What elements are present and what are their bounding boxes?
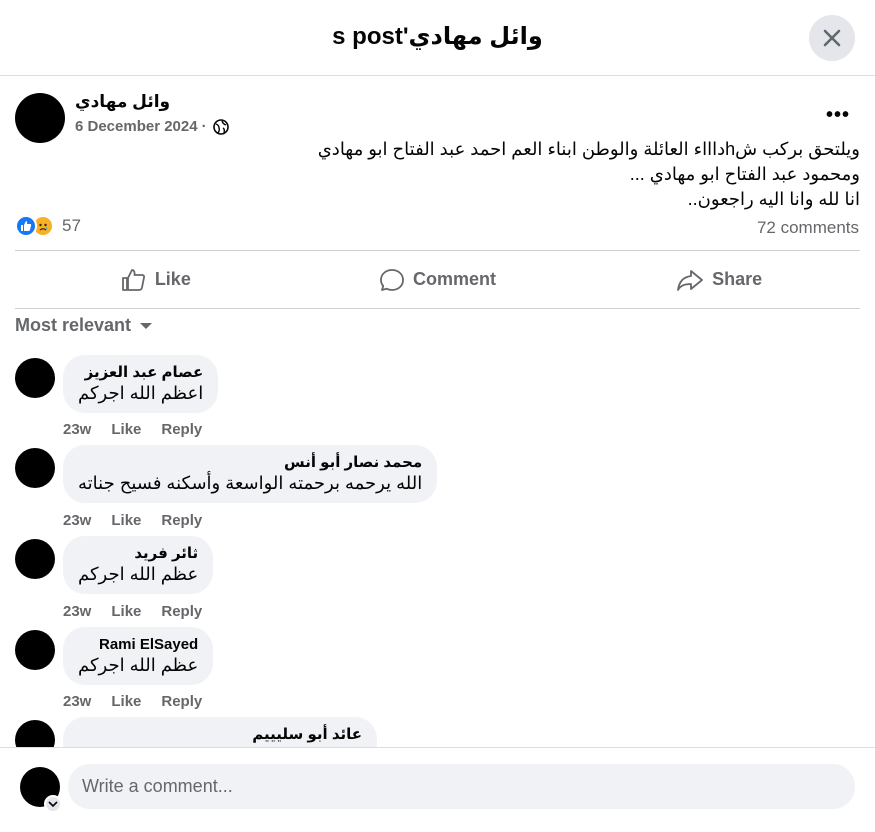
dialog-title: s post'وائل مهادي xyxy=(332,23,543,50)
comment-text: عظم الله اجركم xyxy=(78,655,199,675)
comment-bubble: ثائر فريد عظم الله اجركم xyxy=(63,536,214,594)
reaction-count: 57 xyxy=(62,216,81,235)
comment-text: عظم الله اجركم xyxy=(78,564,199,584)
sort-comments-dropdown[interactable]: Most relevant xyxy=(15,315,153,336)
comment-reply-button[interactable]: Reply xyxy=(161,693,202,710)
comment-reply-button[interactable]: Reply xyxy=(161,603,202,620)
comment-button[interactable]: Comment xyxy=(297,251,579,308)
comment-actions: 23w Like Reply xyxy=(63,693,202,710)
comment-author[interactable]: ثائر فريد xyxy=(78,545,198,563)
profile-switch-button[interactable] xyxy=(44,795,62,813)
comments-count-link[interactable]: 72 comments xyxy=(757,218,859,238)
meta-separator: · xyxy=(201,118,207,135)
comment-bubble: عصام عبد العزيز اعظم الله اجركم xyxy=(63,355,219,413)
comment-composer xyxy=(0,747,875,832)
commenter-avatar[interactable] xyxy=(15,448,55,488)
comment-like-button[interactable]: Like xyxy=(111,421,141,438)
caret-down-icon xyxy=(140,322,153,329)
comment-bubble: Rami ElSayed عظم الله اجركم xyxy=(63,627,214,685)
comment-reply-button[interactable]: Reply xyxy=(161,421,202,438)
share-button[interactable]: Share xyxy=(578,251,860,308)
author-name[interactable]: وائل مهادي xyxy=(75,92,170,112)
post-content-scroll[interactable]: وائل مهادي 6 December 2024 · ••• ويلتحق … xyxy=(0,77,875,747)
comment-author[interactable]: محمد نصار أبو أنس xyxy=(78,454,422,472)
post-meta: 6 December 2024 · xyxy=(75,118,229,135)
comment-actions: 23w Like Reply xyxy=(63,603,202,620)
commenter-avatar[interactable] xyxy=(15,720,55,747)
comment-time[interactable]: 23w xyxy=(63,421,91,438)
comment-label: Comment xyxy=(413,269,497,289)
sort-label: Most relevant xyxy=(15,315,132,335)
share-label: Share xyxy=(712,269,763,289)
comment-text: اعظم الله اجركم xyxy=(78,383,204,403)
commenter-avatar[interactable] xyxy=(15,630,55,670)
comment-bubble: محمد نصار أبو أنس الله يرحمه برحمته الوا… xyxy=(63,445,438,503)
post-text-line: ومحمود عبد الفتاح ابو مهادي ... xyxy=(629,164,860,184)
post-actions-bar: Like Comment Share xyxy=(15,251,860,308)
comment-like-button[interactable]: Like xyxy=(111,512,141,529)
like-button[interactable]: Like xyxy=(15,251,297,308)
comment-like-button[interactable]: Like xyxy=(111,603,141,620)
post-text-line: انا لله وانا اليه راجعون.. xyxy=(687,189,860,209)
thumbs-up-icon xyxy=(121,268,145,291)
post-text: ويلتحق بركب شhداااء العائلة والوطن ابناء… xyxy=(300,137,860,212)
commenter-avatar[interactable] xyxy=(15,358,55,398)
comment-time[interactable]: 23w xyxy=(63,603,91,620)
comment-input[interactable] xyxy=(68,764,855,809)
comment-like-button[interactable]: Like xyxy=(111,693,141,710)
comment-bubble-icon xyxy=(380,268,404,291)
comment-bubble: عائد أبو سليييم xyxy=(63,717,377,747)
close-button[interactable] xyxy=(809,15,855,61)
like-reaction-icon xyxy=(15,215,37,237)
comment-actions: 23w Like Reply xyxy=(63,421,202,438)
close-icon xyxy=(823,29,841,47)
reactions-summary[interactable]: 57 xyxy=(15,215,81,237)
comment-author[interactable]: Rami ElSayed xyxy=(78,636,198,654)
like-label: Like xyxy=(154,269,191,289)
globe-icon xyxy=(212,118,229,135)
comment-author[interactable]: عصام عبد العزيز xyxy=(78,364,204,382)
more-options-button[interactable]: ••• xyxy=(822,101,854,129)
post-date[interactable]: 6 December 2024 xyxy=(75,118,198,135)
comment-actions: 23w Like Reply xyxy=(63,512,202,529)
comment-text: الله يرحمه برحمته الواسعة وأسكنه فسيح جن… xyxy=(78,473,423,493)
comment-time[interactable]: 23w xyxy=(63,693,91,710)
author-avatar[interactable] xyxy=(15,93,65,143)
comment-author[interactable]: عائد أبو سليييم xyxy=(78,726,362,744)
comment-reply-button[interactable]: Reply xyxy=(161,512,202,529)
commenter-avatar[interactable] xyxy=(15,539,55,579)
share-arrow-icon xyxy=(677,269,704,291)
comment-time[interactable]: 23w xyxy=(63,512,91,529)
dialog-header: s post'وائل مهادي xyxy=(0,0,875,76)
post-text-line: ويلتحق بركب شhداااء العائلة والوطن ابناء… xyxy=(317,139,860,159)
chevron-down-icon xyxy=(48,801,58,808)
more-icon: ••• xyxy=(825,103,850,126)
divider xyxy=(15,308,860,309)
